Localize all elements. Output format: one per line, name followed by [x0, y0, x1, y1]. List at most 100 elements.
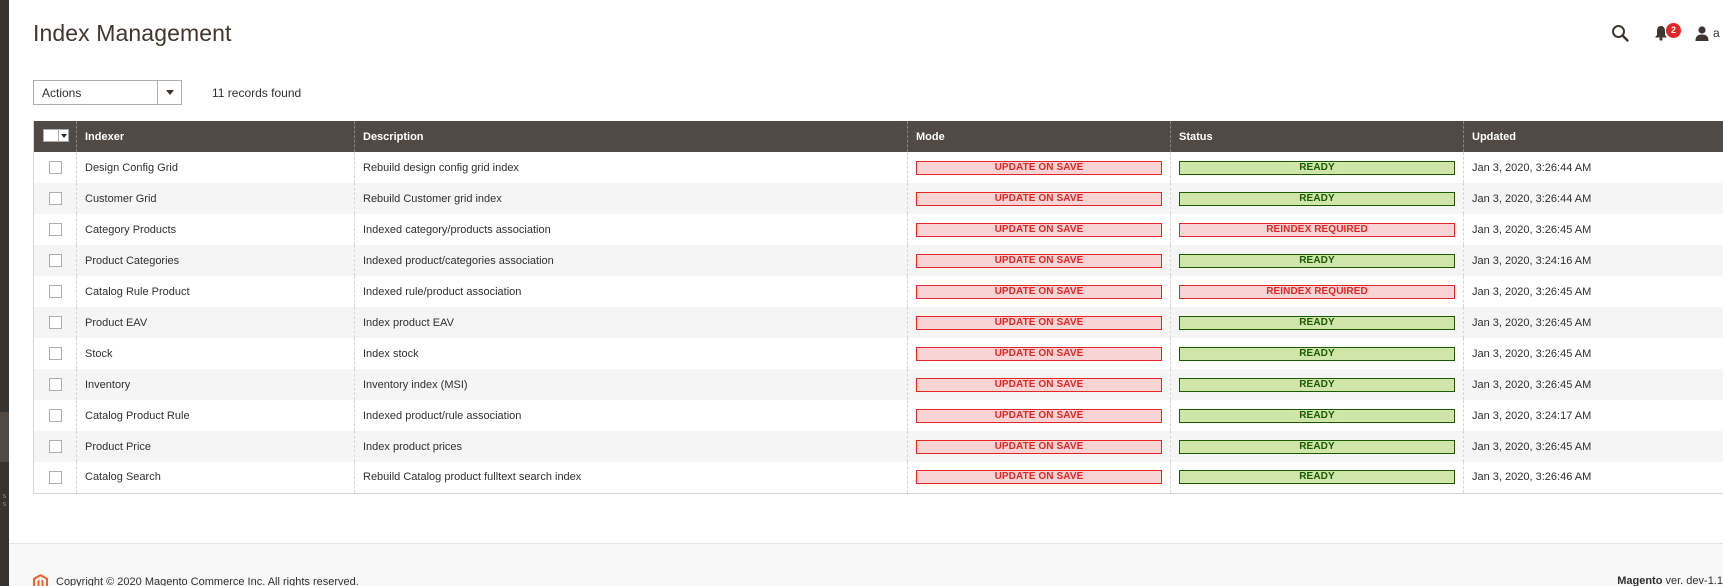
dropdown-toggle[interactable] [157, 81, 181, 104]
cell-updated: Jan 3, 2020, 3:24:17 AM [1463, 400, 1723, 431]
column-header-description[interactable]: Description [354, 121, 908, 152]
cell-mode: UPDATE ON SAVE [907, 400, 1171, 431]
cell-indexer: Product Categories [76, 245, 355, 276]
version-brand: Magento [1617, 575, 1663, 586]
row-checkbox[interactable] [48, 285, 62, 298]
cell-status: READY [1170, 431, 1464, 462]
cell-mode: UPDATE ON SAVE [907, 214, 1171, 245]
admin-menu-glyph: s s [2, 492, 7, 508]
status-badge: READY [1179, 377, 1455, 392]
index-management-page: s s Index Management 2 a Actions 11 reco… [0, 0, 1723, 586]
column-header-status[interactable]: Status [1170, 121, 1464, 152]
column-header-updated[interactable]: Updated [1463, 121, 1723, 152]
cell-indexer: Inventory [76, 369, 355, 400]
mass-select-header [33, 121, 77, 152]
cell-updated: Jan 3, 2020, 3:24:16 AM [1463, 245, 1723, 276]
cell-description: Rebuild Customer grid index [354, 183, 908, 214]
row-checkbox[interactable] [48, 440, 62, 453]
row-select-cell [34, 462, 77, 493]
mass-select-box [44, 130, 59, 141]
user-icon [1695, 25, 1709, 41]
row-select-cell [34, 214, 77, 245]
cell-indexer: Catalog Rule Product [76, 276, 355, 307]
row-select-cell [34, 400, 77, 431]
cell-description: Indexed product/categories association [354, 245, 908, 276]
status-badge: READY [1179, 191, 1455, 206]
row-checkbox[interactable] [48, 378, 62, 391]
row-checkbox[interactable] [48, 192, 62, 205]
row-select-cell [33, 431, 77, 462]
row-checkbox[interactable] [48, 254, 62, 267]
global-search-button[interactable] [1607, 20, 1633, 46]
cell-updated: Jan 3, 2020, 3:26:44 AM [1463, 183, 1723, 214]
row-checkbox[interactable] [48, 470, 62, 484]
row-checkbox[interactable] [48, 161, 62, 174]
table-row[interactable]: Category Products Indexed category/produc… [34, 214, 1723, 245]
cell-description: Index product prices [354, 431, 908, 462]
cell-indexer: Catalog Search [76, 462, 355, 493]
cell-status: READY [1170, 462, 1464, 493]
table-row[interactable]: Product EAV Index product EAV UPDATE ON SA… [33, 307, 1723, 338]
cell-indexer: Design Config Grid [76, 152, 355, 183]
status-badge: READY [1179, 408, 1455, 423]
notifications-button[interactable]: 2 [1651, 20, 1681, 46]
mode-badge: UPDATE ON SAVE [916, 377, 1162, 392]
cell-mode: UPDATE ON SAVE [907, 307, 1171, 338]
version-text: ver. dev-1.1 [1662, 575, 1723, 586]
row-checkbox[interactable] [48, 223, 62, 236]
table-row[interactable]: Customer Grid Rebuild Customer grid index… [33, 183, 1723, 214]
grid-header-row: Indexer Description Mode Status Updated [33, 121, 1723, 152]
cell-mode: UPDATE ON SAVE [907, 276, 1171, 307]
cell-indexer: Catalog Product Rule [76, 400, 355, 431]
cell-mode: UPDATE ON SAVE [907, 245, 1171, 276]
cell-description: Inventory index (MSI) [354, 369, 908, 400]
chevron-down-icon [60, 133, 67, 138]
header-actions: 2 a [1607, 20, 1723, 46]
mode-badge: UPDATE ON SAVE [916, 160, 1162, 175]
table-row[interactable]: Catalog Search Rebuild Catalog product fu… [34, 462, 1723, 493]
cell-mode: UPDATE ON SAVE [907, 183, 1171, 214]
column-header-indexer[interactable]: Indexer [76, 121, 355, 152]
table-row[interactable]: Product Categories Indexed product/catego… [33, 245, 1723, 276]
indexer-grid: Indexer Description Mode Status Updated … [33, 121, 1723, 494]
mode-badge: UPDATE ON SAVE [916, 315, 1162, 330]
mass-select-toggle[interactable] [59, 133, 68, 138]
admin-menu-strip[interactable]: s s [0, 0, 9, 586]
status-badge: READY [1179, 315, 1455, 330]
cell-status: READY [1170, 400, 1464, 431]
cell-description: Index product EAV [354, 307, 908, 338]
page-title: Index Management [33, 20, 232, 46]
cell-mode: UPDATE ON SAVE [907, 431, 1171, 462]
cell-status: REINDEX REQUIRED [1170, 214, 1464, 245]
table-row[interactable]: Catalog Rule Product Indexed rule/product… [34, 276, 1723, 307]
cell-indexer: Product EAV [76, 307, 355, 338]
copyright-text: Copyright © 2020 Magento Commerce Inc. A… [56, 576, 359, 586]
cell-status: REINDEX REQUIRED [1170, 276, 1464, 307]
cell-updated: Jan 3, 2020, 3:26:45 AM [1463, 338, 1723, 369]
row-select-cell [33, 183, 77, 214]
row-checkbox[interactable] [48, 347, 62, 360]
mass-select-checkbox[interactable] [43, 129, 69, 142]
status-badge: READY [1179, 439, 1455, 454]
table-row[interactable]: Design Config Grid Rebuild design config … [34, 152, 1723, 183]
table-row[interactable]: Product Price Index product prices UPDATE … [33, 431, 1723, 462]
cell-updated: Jan 3, 2020, 3:26:45 AM [1463, 214, 1723, 245]
cell-mode: UPDATE ON SAVE [907, 462, 1171, 493]
cell-updated: Jan 3, 2020, 3:26:44 AM [1463, 152, 1723, 183]
table-row[interactable]: Inventory Inventory index (MSI) UPDATE ON … [33, 369, 1723, 400]
mode-badge: UPDATE ON SAVE [916, 346, 1162, 361]
row-checkbox[interactable] [48, 409, 62, 422]
cell-updated: Jan 3, 2020, 3:26:45 AM [1463, 369, 1723, 400]
user-name: a [1713, 26, 1720, 40]
cell-description: Indexed category/products association [354, 214, 908, 245]
cell-description: Indexed product/rule association [354, 400, 908, 431]
row-checkbox[interactable] [48, 316, 62, 329]
cell-mode: UPDATE ON SAVE [907, 152, 1171, 183]
table-row[interactable]: Stock Index stock UPDATE ON SAVE READY Jan 3… [34, 338, 1723, 369]
status-badge: READY [1179, 253, 1455, 268]
column-header-mode[interactable]: Mode [907, 121, 1171, 152]
mass-actions-dropdown[interactable]: Actions [33, 80, 182, 105]
table-row[interactable]: Catalog Product Rule Indexed product/rule… [34, 400, 1723, 431]
user-account-button[interactable]: a [1695, 20, 1723, 46]
cell-status: READY [1170, 307, 1464, 338]
